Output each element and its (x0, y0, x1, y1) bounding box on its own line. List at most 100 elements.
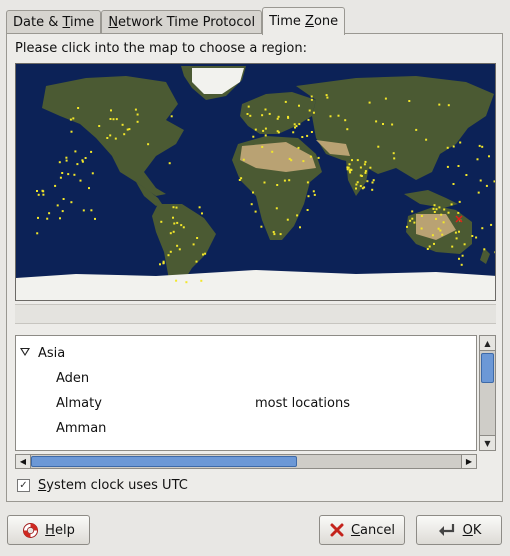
city-dot (312, 111, 315, 114)
scroll-up-icon[interactable]: ▲ (480, 336, 495, 351)
city-dot (123, 133, 126, 136)
city-dot (377, 145, 380, 148)
city-dot (94, 217, 96, 220)
city-dot (196, 237, 199, 239)
expander-down-icon[interactable] (20, 348, 30, 356)
city-dot (106, 137, 109, 139)
city-dot (59, 176, 62, 179)
city-dot (415, 128, 418, 131)
city-dot (37, 193, 40, 196)
city-dot (411, 217, 414, 220)
list-group-row[interactable]: Asia (16, 341, 476, 366)
city-dot (355, 187, 357, 190)
city-dot (74, 150, 77, 153)
horizontal-scrollbar[interactable]: ◀ ▶ (15, 454, 477, 469)
city-dot (185, 281, 188, 284)
city-dot (439, 229, 442, 232)
utc-checkbox-row[interactable]: ✓ System clock uses UTC (17, 478, 188, 493)
vertical-scroll-thumb[interactable] (481, 353, 494, 383)
city-dot (483, 248, 486, 251)
city-dot (310, 98, 313, 101)
list-item[interactable]: Aden (16, 366, 476, 391)
city-dot (170, 115, 173, 118)
city-dot (433, 204, 436, 207)
city-dot (264, 108, 267, 111)
city-dot (168, 162, 171, 165)
city-dot (457, 211, 460, 214)
city-dot (200, 279, 203, 282)
city-dot (431, 234, 434, 237)
scroll-left-icon[interactable]: ◀ (16, 455, 31, 468)
city-dot (98, 125, 101, 127)
city-dot (447, 104, 450, 107)
horizontal-scroll-thumb[interactable] (31, 456, 297, 467)
city-dot (494, 251, 495, 254)
scroll-right-icon[interactable]: ▶ (461, 455, 476, 468)
city-dot (460, 263, 463, 266)
city-dot (309, 155, 312, 158)
city-dot (458, 257, 460, 260)
city-dot (302, 160, 305, 163)
tab-ntp-label: Network Time Protocol (108, 15, 256, 30)
vertical-scrollbar[interactable]: ▲ ▼ (479, 335, 496, 451)
city-dot (180, 224, 183, 227)
city-dot (479, 179, 482, 182)
city-dot (169, 250, 172, 253)
city-dot (366, 180, 369, 183)
city-dot (178, 248, 181, 251)
city-dot (76, 163, 79, 166)
city-dot (375, 120, 378, 123)
list-item[interactable]: Almaty most locations (16, 391, 476, 416)
city-dot (272, 231, 275, 233)
city-dot (363, 163, 366, 166)
city-dot (79, 179, 82, 182)
cancel-button[interactable]: Cancel (319, 515, 405, 545)
city-dot (481, 227, 484, 230)
city-dot (454, 231, 457, 234)
city-dot (433, 242, 435, 245)
city-dot (313, 193, 316, 196)
city-dot (326, 96, 329, 99)
city-dot (297, 146, 300, 149)
city-dot (287, 116, 290, 119)
pane-separator[interactable] (15, 304, 496, 324)
city-dot (478, 144, 481, 147)
city-dot (458, 230, 460, 233)
tab-time-zone[interactable]: Time Zone (262, 7, 346, 35)
city-dot (147, 143, 150, 146)
city-dot (70, 130, 73, 133)
city-dot (172, 206, 175, 209)
timezone-list[interactable]: Asia Aden Almaty most locations Amman (15, 335, 477, 451)
city-dot (337, 114, 340, 117)
city-dot (356, 159, 359, 162)
city-dot (364, 160, 367, 163)
city-dot (306, 209, 309, 211)
city-dot (288, 179, 291, 182)
city-dot (279, 233, 282, 236)
city-dot (254, 128, 257, 131)
city-dot (426, 248, 429, 250)
city-dot (364, 170, 367, 173)
utc-checkbox[interactable]: ✓ (17, 479, 30, 492)
help-button[interactable]: Help (7, 515, 90, 545)
city-dot (346, 128, 349, 131)
city-dot (438, 206, 441, 209)
city-dot (441, 233, 444, 236)
city-dot (420, 215, 423, 217)
tab-network-time-protocol[interactable]: Network Time Protocol (101, 10, 263, 34)
city-dot (298, 123, 301, 126)
ok-button[interactable]: OK (416, 515, 502, 545)
city-dot (290, 159, 293, 162)
city-dot (463, 243, 466, 246)
city-dot (382, 123, 384, 125)
city-dot (447, 211, 450, 214)
scroll-down-icon[interactable]: ▼ (480, 435, 495, 450)
city-dot (254, 210, 257, 213)
world-map[interactable] (15, 63, 496, 301)
city-dot (246, 113, 249, 115)
city-dot (443, 208, 446, 211)
city-dot (435, 217, 437, 220)
city-dot (307, 118, 310, 121)
tab-date-time[interactable]: Date & Time (6, 10, 102, 34)
list-item[interactable]: Amman (16, 416, 476, 441)
